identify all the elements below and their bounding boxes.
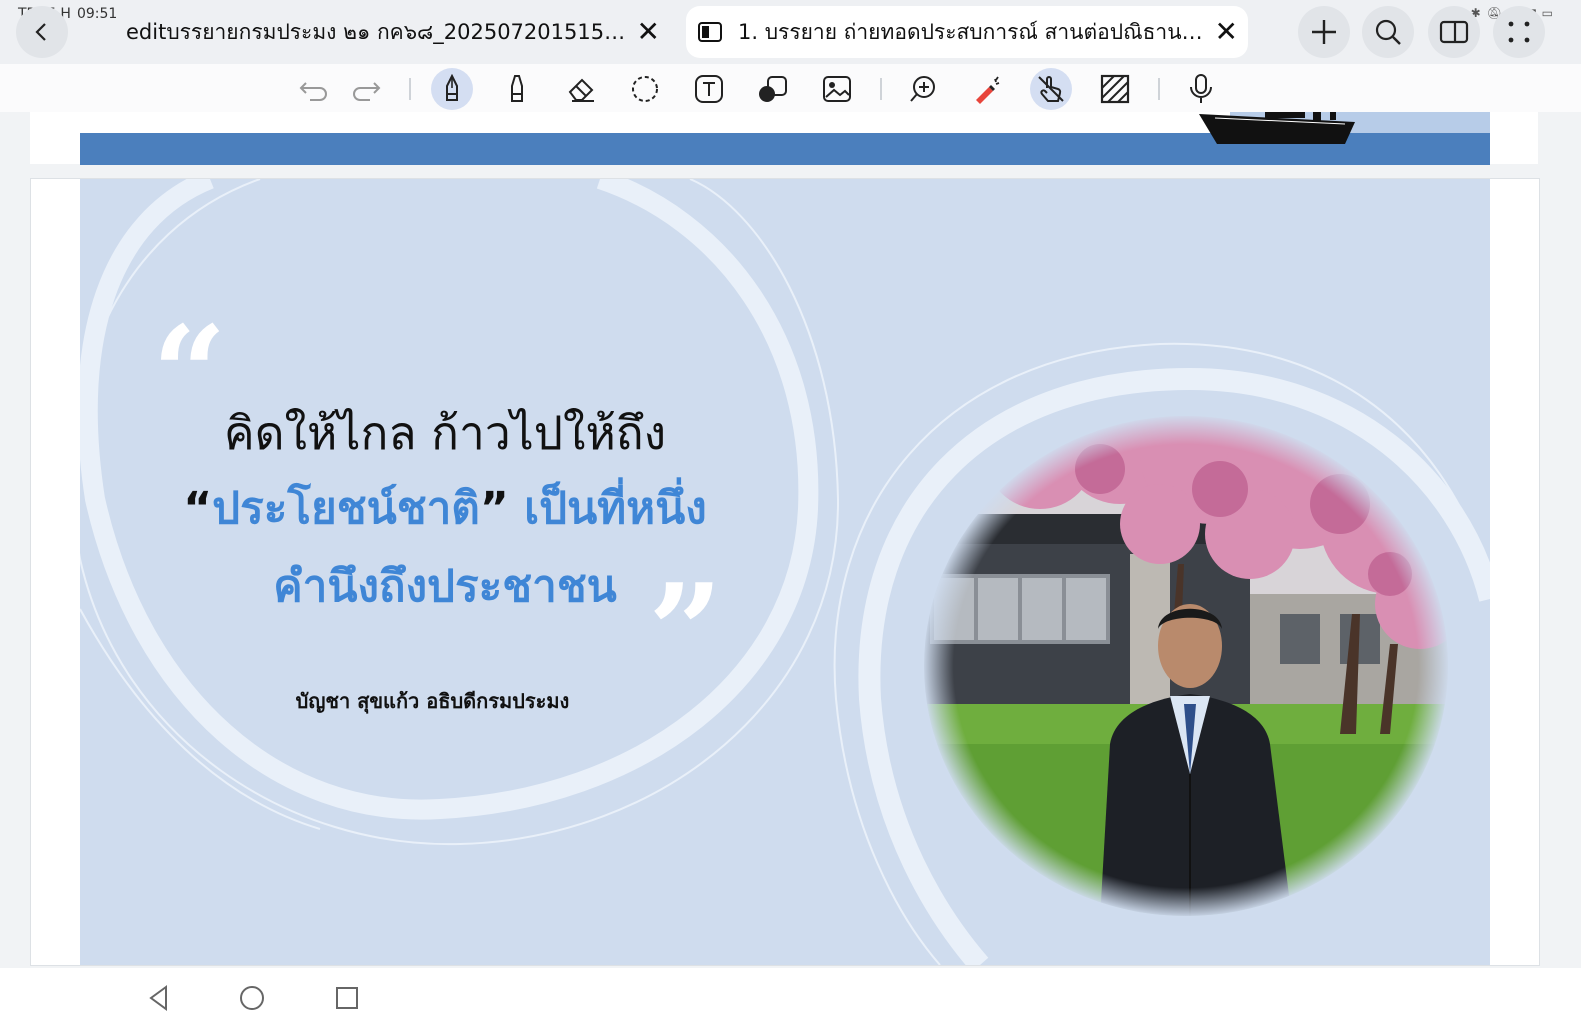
zoom-tool[interactable]	[902, 68, 944, 110]
pattern-tool[interactable]	[1094, 68, 1136, 110]
quote-slide: “ ” คิดให้ไกล ก้าวไปให้ถึง “ประโยชน์ชาติ…	[80, 179, 1490, 965]
pen-icon	[446, 74, 458, 101]
lasso-icon	[632, 76, 658, 102]
lasso-tool[interactable]	[624, 68, 666, 110]
nav-home-icon[interactable]	[238, 984, 266, 1012]
tab-inactive[interactable]: editบรรยายกรมประมง ๒๑ กค๖๘_202507201515_…	[110, 6, 670, 58]
quote-attribution: บัญชา สุขแก้ว อธิบดีกรมประมง	[295, 689, 570, 713]
toolbar-divider	[1158, 78, 1160, 100]
eraser-tool[interactable]	[560, 68, 602, 110]
portrait-photo	[922, 414, 1450, 918]
microphone-icon	[1190, 74, 1212, 103]
highlighter-icon	[511, 75, 523, 102]
previous-page	[30, 112, 1538, 165]
quote-highlight: ประโยชน์ชาติ	[212, 483, 480, 534]
document-canvas[interactable]: “ ” คิดให้ไกล ก้าวไปให้ถึง “ประโยชน์ชาติ…	[0, 112, 1581, 968]
pen-tool[interactable]	[431, 68, 473, 110]
undo-button[interactable]	[292, 68, 334, 110]
split-view-icon	[1439, 20, 1469, 44]
current-page: “ ” คิดให้ไกล ก้าวไปให้ถึง “ประโยชน์ชาติ…	[30, 178, 1540, 966]
undo-icon	[299, 82, 327, 101]
chevron-left-icon	[35, 23, 46, 41]
pattern-icon	[1100, 74, 1130, 104]
quote-line-2: “ประโยชน์ชาติ” เป็นที่หนึ่ง	[160, 473, 730, 543]
quote-line-1: คิดให้ไกล ก้าวไปให้ถึง	[223, 406, 667, 460]
split-view-button[interactable]	[1428, 6, 1480, 58]
tab-title: 1. บรรยาย ถ่ายทอดประสบการณ์ สานต่อปณิธาน…	[738, 19, 1208, 44]
eraser-icon	[568, 78, 594, 102]
shapes-tool[interactable]	[752, 68, 794, 110]
touch-draw-tool[interactable]	[1030, 68, 1072, 110]
image-tool[interactable]	[816, 68, 858, 110]
toolbar-divider	[880, 78, 882, 100]
plus-icon	[1312, 20, 1336, 44]
inline-close-quote: ”	[479, 483, 509, 534]
toolbar-divider	[409, 78, 411, 100]
tab-title: editบรรยายกรมประมง ๒๑ กค๖๘_202507201515_…	[126, 19, 626, 44]
back-button[interactable]	[16, 6, 68, 58]
browser-tab-bar: TRUE-H 09:51 ✱ 🔕︎ ▂▄▆ ▭ editบรรยายกรมประ…	[0, 0, 1581, 64]
annotation-toolbar	[0, 64, 1581, 113]
redo-button[interactable]	[346, 68, 388, 110]
zoom-icon	[910, 76, 935, 102]
quote-line-3: คำนึงถึงประชาชน	[273, 561, 617, 612]
search-button[interactable]	[1362, 6, 1414, 58]
redo-icon	[353, 82, 381, 101]
more-button[interactable]	[1493, 6, 1545, 58]
close-tab-icon[interactable]: ✕	[637, 18, 660, 46]
image-icon	[823, 76, 851, 102]
quote-line-2-rest: เป็นที่หนึ่ง	[508, 483, 707, 534]
more-dots-icon	[1508, 21, 1530, 43]
touch-draw-icon	[1038, 76, 1064, 102]
highlighter-tool[interactable]	[496, 68, 538, 110]
nav-back-icon[interactable]	[146, 984, 172, 1012]
ship-icon	[1199, 112, 1355, 144]
microphone-tool[interactable]	[1180, 68, 1222, 110]
tab-active[interactable]: 1. บรรยาย ถ่ายทอดประสบการณ์ สานต่อปณิธาน…	[686, 6, 1248, 58]
shapes-icon	[759, 76, 787, 102]
text-tool[interactable]	[688, 68, 730, 110]
text-icon	[695, 75, 723, 103]
laser-pointer-icon	[976, 76, 1000, 104]
document-icon	[698, 22, 722, 42]
search-icon	[1375, 19, 1401, 45]
close-tab-icon[interactable]: ✕	[1215, 18, 1238, 46]
system-nav-bar	[0, 968, 1581, 1035]
inline-open-quote: “	[183, 483, 213, 534]
nav-recents-icon[interactable]	[334, 984, 360, 1012]
new-tab-button[interactable]	[1298, 6, 1350, 58]
battery-icon: ▭	[1541, 6, 1553, 20]
laser-pointer-tool[interactable]	[966, 68, 1008, 110]
